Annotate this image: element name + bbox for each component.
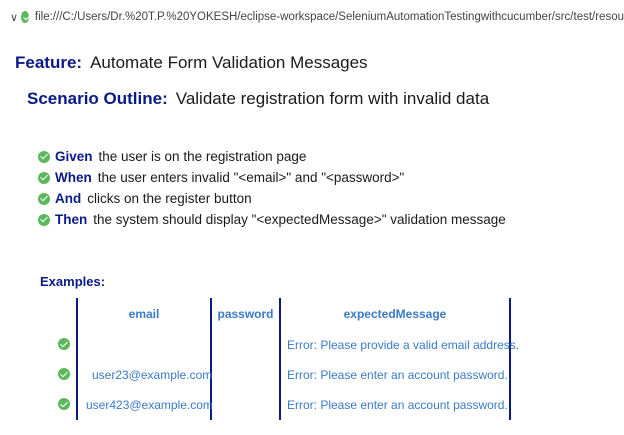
feature-heading: Feature: Automate Form Validation Message… <box>15 53 368 73</box>
cell-expected-message: Error: Please enter an account password. <box>287 368 508 382</box>
step-keyword: When <box>55 170 92 185</box>
step-text: the user enters invalid "<email>" and "<… <box>97 170 405 185</box>
passed-check-icon <box>38 171 50 184</box>
step-then: Then the system should display "<expecte… <box>38 209 506 230</box>
step-given: Given the user is on the registration pa… <box>38 146 506 167</box>
file-path-text: file:///C:/Users/Dr.%20T.P.%20YOKESH/ecl… <box>34 11 624 23</box>
passed-check-icon <box>38 213 50 226</box>
header-expected-message: expectedMessage <box>343 307 447 321</box>
feature-keyword: Feature: <box>15 53 83 72</box>
column-divider <box>509 298 511 420</box>
report-path-bar: ∨ file:///C:/Users/Dr.%20T.P.%20YOKESH/e… <box>0 0 624 34</box>
step-keyword: And <box>55 191 82 206</box>
scenario-heading: Scenario Outline: Validate registration f… <box>27 89 489 109</box>
step-and: And clicks on the register button <box>38 188 506 209</box>
scenario-title: Validate registration form with invalid … <box>175 89 490 108</box>
step-text: the user is on the registration page <box>98 149 307 164</box>
step-text: the system should display "<expectedMess… <box>93 212 506 227</box>
passed-check-icon <box>38 150 50 163</box>
passed-check-icon <box>58 398 70 410</box>
step-text: clicks on the register button <box>87 191 252 206</box>
chevron-down-icon[interactable]: ∨ <box>10 11 18 24</box>
header-password: password <box>217 307 274 321</box>
passed-check-icon <box>38 192 50 205</box>
feature-title: Automate Form Validation Messages <box>90 53 368 72</box>
step-list: Given the user is on the registration pa… <box>38 146 506 230</box>
cell-email: user423@example.com <box>86 398 213 412</box>
passed-check-icon <box>58 368 70 380</box>
step-when: When the user enters invalid "<email>" a… <box>38 167 506 188</box>
header-email: email <box>128 307 160 321</box>
scenario-keyword: Scenario Outline: <box>27 89 168 108</box>
passed-check-icon <box>21 11 29 23</box>
step-keyword: Then <box>55 212 88 227</box>
cell-expected-message: Error: Please provide a valid email addr… <box>287 338 520 352</box>
step-keyword: Given <box>55 149 93 164</box>
cell-expected-message: Error: Please enter an account password. <box>287 398 508 412</box>
cell-email: user23@example.com <box>92 368 213 382</box>
passed-check-icon <box>58 338 70 350</box>
examples-title: Examples: <box>40 274 106 289</box>
